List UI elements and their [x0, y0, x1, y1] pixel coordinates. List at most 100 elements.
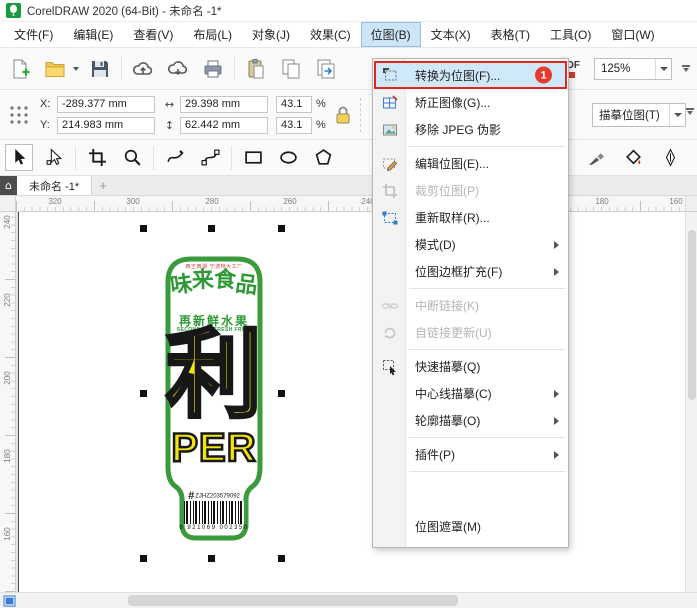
- lock-ratio-button[interactable]: [334, 104, 352, 126]
- menu-item-label: 中断链接(K): [415, 299, 479, 313]
- vertical-scrollbar[interactable]: [685, 212, 697, 592]
- menu-item-label: 重新取样(R)...: [415, 211, 490, 225]
- open-from-cloud-button[interactable]: [164, 55, 192, 83]
- standard-toolbar: PDF 125%: [0, 48, 697, 90]
- x-position-input[interactable]: -289.377 mm: [57, 95, 155, 113]
- ruler-number: 240: [3, 215, 12, 229]
- menu-table[interactable]: 表格(T): [481, 22, 540, 47]
- submenu-arrow-icon: [554, 267, 559, 276]
- ruler-number: 180: [595, 197, 609, 206]
- page-edge: [18, 212, 19, 592]
- zoom-tool[interactable]: [118, 144, 146, 171]
- menu-item-label: 轮廓描摹(O): [415, 414, 481, 428]
- pick-tool[interactable]: [5, 144, 33, 171]
- menu-item-remove-jpeg-artifacts[interactable]: 移除 JPEG 伪影: [373, 116, 568, 143]
- new-document-button[interactable]: [6, 55, 34, 83]
- pen-tool[interactable]: [656, 144, 684, 171]
- menu-item-mode[interactable]: 模式(D): [373, 231, 568, 258]
- selection-handle[interactable]: [140, 390, 147, 397]
- menu-item-outline-trace[interactable]: 轮廓描摹(O): [373, 407, 568, 434]
- toolbar-overflow-button[interactable]: [681, 65, 691, 72]
- bezier-tool[interactable]: [196, 144, 224, 171]
- horizontal-scrollbar-thumb[interactable]: [128, 595, 458, 606]
- trace-dropdown-button[interactable]: [669, 104, 685, 126]
- selection-handle[interactable]: [278, 225, 285, 232]
- save-button[interactable]: [86, 55, 114, 83]
- menu-item-centerline-trace[interactable]: 中心线描摹(C): [373, 380, 568, 407]
- menu-object[interactable]: 对象(J): [242, 22, 300, 47]
- chevron-down-icon: [659, 66, 668, 71]
- object-width-input[interactable]: 29.398 mm: [180, 95, 268, 113]
- menu-item-label: 模式(D): [415, 238, 456, 252]
- selection-handle[interactable]: [140, 555, 147, 562]
- menu-item-edit-bitmap[interactable]: 编辑位图(E)...: [373, 150, 568, 177]
- interactive-fill-tool[interactable]: [619, 144, 647, 171]
- menu-item-label: 裁剪位图(P): [415, 184, 479, 198]
- resample-icon: [381, 209, 399, 227]
- home-icon[interactable]: [0, 176, 17, 195]
- menu-item-crop-bitmap: 裁剪位图(P): [373, 177, 568, 204]
- open-dropdown-icon[interactable]: [73, 66, 79, 71]
- object-origin-widget[interactable]: [6, 102, 32, 128]
- open-document-button[interactable]: [41, 55, 69, 83]
- menu-item-straighten-image[interactable]: 矫正图像(G)...: [373, 89, 568, 116]
- print-button[interactable]: [199, 55, 227, 83]
- ruler-options-button[interactable]: [685, 196, 697, 212]
- y-position-input[interactable]: 214.983 mm: [57, 116, 155, 134]
- menu-separator: [409, 349, 565, 350]
- menubar: 文件(F) 编辑(E) 查看(V) 布局(L) 对象(J) 效果(C) 位图(B…: [0, 22, 697, 48]
- menu-text[interactable]: 文本(X): [421, 22, 481, 47]
- menu-tools[interactable]: 工具(O): [540, 22, 601, 47]
- rectangle-tool[interactable]: [239, 144, 267, 171]
- menu-item-inflate-bitmap[interactable]: 位图边框扩充(F): [373, 258, 568, 285]
- menu-file[interactable]: 文件(F): [4, 22, 63, 47]
- object-height-input[interactable]: 62.442 mm: [180, 116, 268, 134]
- vertical-scrollbar-thumb[interactable]: [688, 230, 696, 400]
- menu-item-resample[interactable]: 重新取样(R)...: [373, 204, 568, 231]
- copy-button[interactable]: [277, 55, 305, 83]
- freehand-tool[interactable]: [161, 144, 189, 171]
- polygon-tool[interactable]: [309, 144, 337, 171]
- menu-effects[interactable]: 效果(C): [300, 22, 361, 47]
- trace-bitmap-button[interactable]: 描摹位图(T): [592, 103, 686, 127]
- y-label: Y:: [40, 119, 50, 131]
- menu-layout[interactable]: 布局(L): [183, 22, 242, 47]
- crop-tool[interactable]: [83, 144, 111, 171]
- propbar-overflow-button[interactable]: [685, 108, 695, 115]
- paste-button[interactable]: [242, 55, 270, 83]
- new-tab-button[interactable]: +: [92, 176, 114, 195]
- scale-x-input[interactable]: 43.1: [276, 95, 312, 113]
- selection-handle[interactable]: [208, 555, 215, 562]
- horizontal-ruler[interactable]: 320 300 280 260 240 220 200 180 160: [16, 196, 685, 212]
- ellipse-tool[interactable]: [274, 144, 302, 171]
- menu-bitmaps[interactable]: 位图(B): [360, 22, 421, 47]
- canvas[interactable]: 西王西湖·宁波特大工厂 味来食品 再新鲜水果 SECONDARY FRESH F…: [16, 212, 685, 592]
- vertical-ruler[interactable]: 240 220 200 180 160: [0, 212, 16, 592]
- eyedropper-tool[interactable]: [582, 144, 610, 171]
- save-to-cloud-button[interactable]: [129, 55, 157, 83]
- menu-separator: [409, 146, 565, 147]
- document-tab[interactable]: 未命名 -1*: [17, 176, 93, 195]
- menu-window[interactable]: 窗口(W): [601, 22, 664, 47]
- shape-tool[interactable]: [40, 144, 68, 171]
- menu-item-bitmap-mask[interactable]: 位图遮罩(M): [373, 513, 568, 540]
- zoom-dropdown-button[interactable]: [655, 58, 671, 79]
- menu-item-plugins[interactable]: 插件(P): [373, 441, 568, 468]
- label-artwork[interactable]: 西王西湖·宁波特大工厂 味来食品 再新鲜水果 SECONDARY FRESH F…: [158, 252, 270, 546]
- menu-item-convert-to-bitmap[interactable]: 转换为位图(F)... 1: [374, 61, 567, 89]
- horizontal-scrollbar[interactable]: [18, 593, 685, 608]
- selection-handle[interactable]: [140, 225, 147, 232]
- selection-handle[interactable]: [278, 390, 285, 397]
- zoom-level-select[interactable]: 125%: [594, 57, 672, 80]
- menu-view[interactable]: 查看(V): [123, 22, 183, 47]
- menu-item-update-link: 自链接更新(U): [373, 319, 568, 346]
- menu-edit[interactable]: 编辑(E): [63, 22, 123, 47]
- selection-handle[interactable]: [278, 555, 285, 562]
- selection-handle[interactable]: [208, 225, 215, 232]
- property-bar: X: -289.377 mm Y: 214.983 mm ↔ 29.398 mm…: [0, 90, 697, 140]
- scale-y-input[interactable]: 43.1: [276, 116, 312, 134]
- ruler-origin[interactable]: [0, 196, 16, 212]
- import-button[interactable]: [312, 55, 340, 83]
- menu-item-quick-trace[interactable]: 快速描摹(Q): [373, 353, 568, 380]
- page-navigator-icon[interactable]: [3, 595, 16, 607]
